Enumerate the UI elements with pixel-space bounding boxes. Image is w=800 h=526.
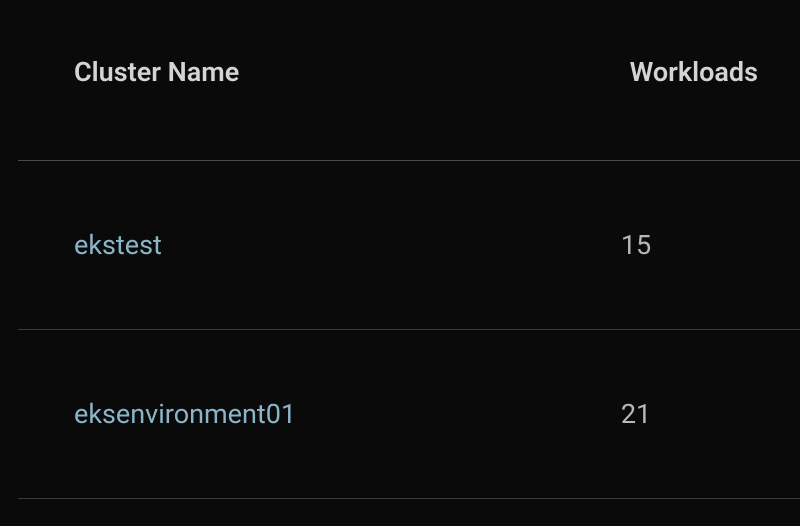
table-row: eksenvironment01 21 — [18, 330, 800, 499]
workload-count: 21 — [554, 398, 800, 430]
table-row: ekstest 15 — [18, 161, 800, 330]
column-header-cluster-name[interactable]: Cluster Name — [74, 56, 554, 88]
cluster-table: Cluster Name Workloads ekstest 15 eksenv… — [0, 0, 800, 499]
column-header-workloads[interactable]: Workloads — [554, 56, 800, 88]
cluster-name-link[interactable]: eksenvironment01 — [74, 398, 554, 430]
table-header-row: Cluster Name Workloads — [18, 0, 800, 161]
workload-count: 15 — [554, 229, 800, 261]
cluster-name-link[interactable]: ekstest — [74, 229, 554, 261]
